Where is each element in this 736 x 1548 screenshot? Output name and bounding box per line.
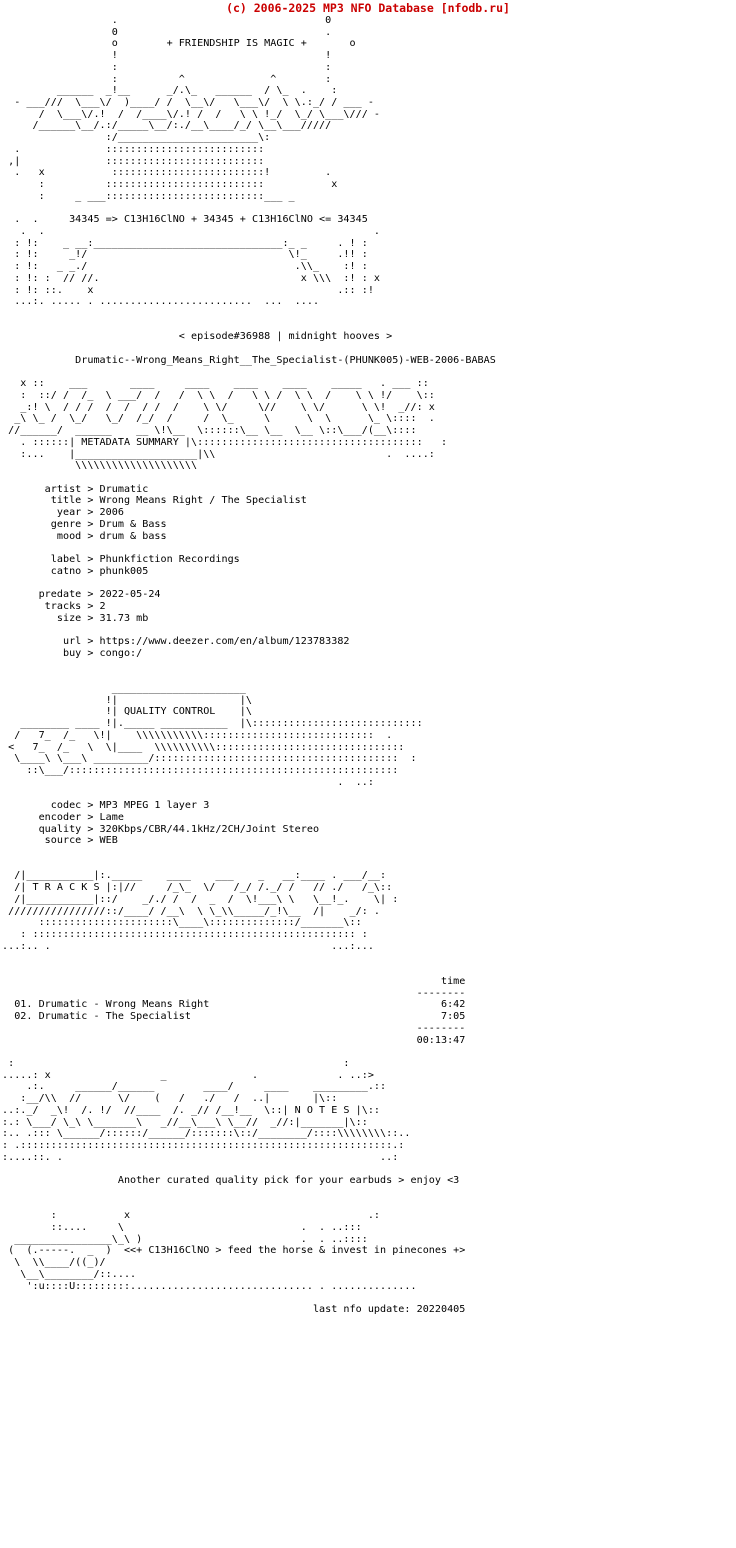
nfo-body: . 0 0 . o + FRIENDSHIP IS MAGIC + o ! ! … (0, 15, 736, 1316)
nfo-art-text: . 0 0 . o + FRIENDSHIP IS MAGIC + o ! ! … (2, 15, 496, 1316)
nfo-page: (c) 2006-2025 MP3 NFO Database [nfodb.ru… (0, 0, 736, 1548)
copyright-banner: (c) 2006-2025 MP3 NFO Database [nfodb.ru… (226, 1, 510, 15)
